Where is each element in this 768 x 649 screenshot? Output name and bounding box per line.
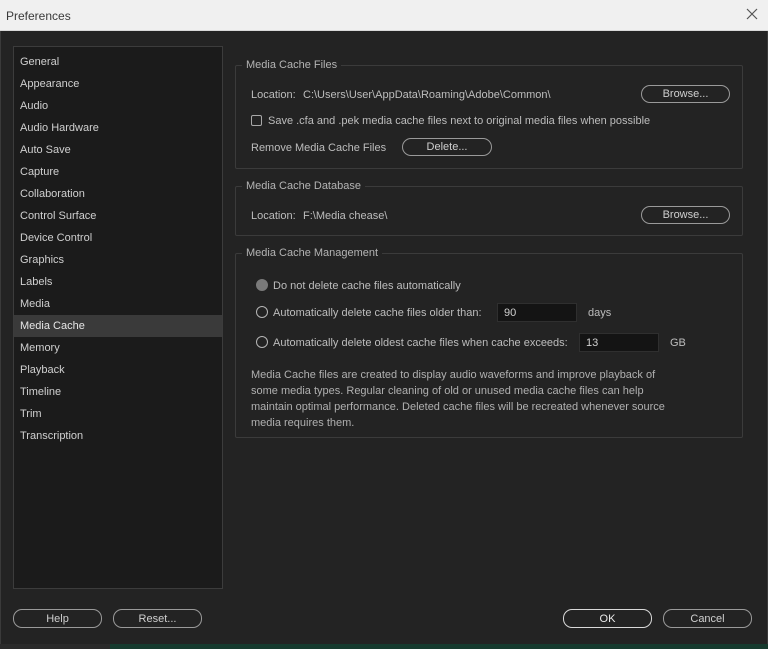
preferences-dialog: General Appearance Audio Audio Hardware …	[0, 31, 768, 644]
media-cache-management-group: Media Cache Management Do not delete cac…	[235, 247, 743, 438]
cache-age-days-input[interactable]	[497, 303, 577, 322]
delete-when-exceeds-radio[interactable]	[256, 336, 268, 348]
sidebar-item-appearance[interactable]: Appearance	[14, 73, 222, 95]
cache-files-location-label: Location:	[251, 89, 296, 101]
save-next-to-originals-checkbox[interactable]	[251, 115, 262, 126]
cache-db-browse-button[interactable]: Browse...	[641, 206, 730, 224]
delete-when-exceeds-label: Automatically delete oldest cache files …	[273, 337, 568, 349]
cache-files-location-path: C:\Users\User\AppData\Roaming\Adobe\Comm…	[303, 89, 551, 101]
reset-button[interactable]: Reset...	[113, 609, 202, 628]
sidebar-item-graphics[interactable]: Graphics	[14, 249, 222, 271]
no-auto-delete-label: Do not delete cache files automatically	[273, 280, 461, 292]
cache-db-location-path: F:\Media chease\	[303, 210, 388, 222]
cache-age-unit-label: days	[588, 307, 612, 319]
sidebar-item-general[interactable]: General	[14, 51, 222, 73]
help-button[interactable]: Help	[13, 609, 102, 628]
sidebar-item-auto-save[interactable]: Auto Save	[14, 139, 222, 161]
media-cache-database-legend: Media Cache Database	[246, 180, 361, 192]
background-window-strip	[0, 644, 768, 649]
title-bar: Preferences	[0, 0, 768, 31]
sidebar-item-media-cache[interactable]: Media Cache	[14, 315, 222, 337]
cache-size-gb-input[interactable]	[579, 333, 659, 352]
media-cache-database-group: Media Cache Database Location: F:\Media …	[235, 180, 743, 236]
media-cache-files-group: Media Cache Files Location: C:\Users\Use…	[235, 59, 743, 169]
cache-db-location-label: Location:	[251, 210, 296, 222]
remove-cache-files-label: Remove Media Cache Files	[251, 142, 387, 154]
no-auto-delete-radio[interactable]	[256, 279, 268, 291]
cache-files-browse-button[interactable]: Browse...	[641, 85, 730, 103]
delete-older-than-radio[interactable]	[256, 306, 268, 318]
sidebar-item-media[interactable]: Media	[14, 293, 222, 315]
sidebar-item-trim[interactable]: Trim	[14, 403, 222, 425]
sidebar-item-control-surface[interactable]: Control Surface	[14, 205, 222, 227]
sidebar-item-device-control[interactable]: Device Control	[14, 227, 222, 249]
cache-management-description: Media Cache files are created to display…	[251, 369, 665, 429]
media-cache-files-legend: Media Cache Files	[246, 59, 338, 71]
cancel-button[interactable]: Cancel	[663, 609, 752, 628]
delete-cache-files-button[interactable]: Delete...	[402, 138, 492, 156]
media-cache-management-legend: Media Cache Management	[246, 247, 379, 259]
sidebar-item-audio[interactable]: Audio	[14, 95, 222, 117]
delete-older-than-label: Automatically delete cache files older t…	[273, 307, 482, 319]
sidebar-item-transcription[interactable]: Transcription	[14, 425, 222, 447]
sidebar-item-timeline[interactable]: Timeline	[14, 381, 222, 403]
cache-size-unit-label: GB	[670, 337, 686, 349]
sidebar-item-audio-hardware[interactable]: Audio Hardware	[14, 117, 222, 139]
save-next-to-originals-label: Save .cfa and .pek media cache files nex…	[268, 115, 651, 127]
sidebar-item-labels[interactable]: Labels	[14, 271, 222, 293]
ok-button[interactable]: OK	[563, 609, 652, 628]
preferences-sidebar: General Appearance Audio Audio Hardware …	[13, 46, 223, 589]
sidebar-item-collaboration[interactable]: Collaboration	[14, 183, 222, 205]
sidebar-item-memory[interactable]: Memory	[14, 337, 222, 359]
sidebar-item-playback[interactable]: Playback	[14, 359, 222, 381]
close-icon[interactable]	[744, 6, 760, 22]
sidebar-item-capture[interactable]: Capture	[14, 161, 222, 183]
window-title: Preferences	[6, 9, 71, 23]
